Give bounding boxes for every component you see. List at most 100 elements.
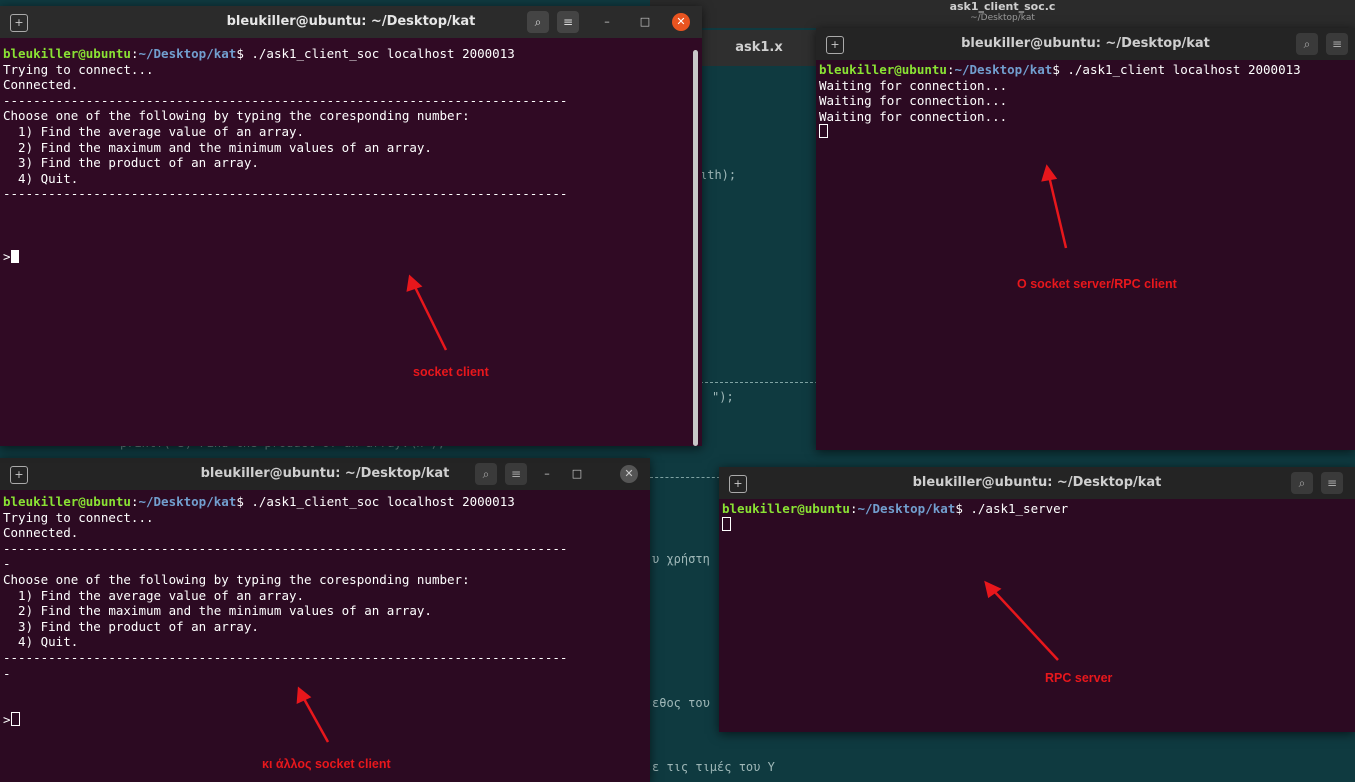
terminal-window-rpc-server[interactable]: + bleukiller@ubuntu: ~/Desktop/kat ⌕ ≡ b… — [719, 467, 1355, 732]
prompt-user: bleukiller@ubuntu — [819, 62, 947, 77]
annotation-socket-client: socket client — [413, 365, 489, 379]
output-line: Waiting for connection... — [819, 77, 1008, 93]
prompt-command: $ ./ask1_client_soc localhost 2000013 — [236, 46, 515, 61]
prompt-line: bleukiller@ubuntu:~/Desktop/kat$ ./ask1_… — [3, 46, 702, 62]
new-tab-icon[interactable]: + — [826, 36, 844, 54]
terminal-window-socket-client-2[interactable]: + bleukiller@ubuntu: ~/Desktop/kat ⌕ ≡ –… — [0, 458, 650, 782]
editor-code-line: εθος του — [652, 696, 710, 710]
output-line: 2) Find the maximum and the minimum valu… — [3, 139, 432, 155]
output-line: ----------------------------------------… — [3, 186, 568, 202]
new-tab-icon[interactable]: + — [10, 466, 28, 484]
prompt-user: bleukiller@ubuntu — [3, 494, 131, 509]
text-cursor — [722, 516, 731, 531]
annotation-socket-client-2: κι άλλος socket client — [262, 757, 391, 771]
menu-icon[interactable]: ≡ — [1321, 472, 1343, 494]
terminal-output[interactable]: bleukiller@ubuntu:~/Desktop/kat$ ./ask1_… — [722, 501, 1355, 732]
output-line — [722, 516, 1355, 533]
output-line: Connected. — [3, 77, 79, 93]
output-line: 4) Quit. — [3, 170, 79, 186]
output-line: - — [3, 556, 11, 572]
text-cursor — [10, 712, 20, 727]
prompt-user: bleukiller@ubuntu — [722, 501, 850, 516]
prompt-line: bleukiller@ubuntu:~/Desktop/kat$ ./ask1_… — [722, 501, 1355, 517]
output-line — [819, 124, 1355, 140]
search-icon[interactable]: ⌕ — [1296, 33, 1318, 55]
terminal-titlebar[interactable]: + bleukiller@ubuntu: ~/Desktop/kat ⌕ ≡ — [719, 467, 1355, 499]
output-line: ----------------------------------------… — [3, 540, 568, 556]
editor-code-line: ε τις τιμές του Υ — [652, 760, 775, 774]
editor-code-divider — [700, 382, 818, 383]
terminal-scrollbar[interactable] — [693, 50, 698, 446]
annotation-rpc-server: RPC server — [1045, 671, 1113, 685]
new-tab-icon[interactable]: + — [10, 14, 28, 32]
terminal-titlebar[interactable]: + bleukiller@ubuntu: ~/Desktop/kat ⌕ ≡ — [816, 28, 1355, 60]
editor-title: ask1_client_soc.c — [949, 0, 1056, 13]
output-line: 4) Quit. — [3, 634, 79, 650]
prompt-path: ~/Desktop/kat — [954, 62, 1053, 77]
menu-icon[interactable]: ≡ — [505, 463, 527, 485]
terminal-output[interactable]: bleukiller@ubuntu:~/Desktop/kat$ ./ask1_… — [819, 62, 1355, 450]
maximize-icon[interactable]: □ — [636, 13, 654, 31]
output-line: Choose one of the following by typing th… — [3, 571, 470, 587]
output-line: Connected. — [3, 525, 79, 541]
maximize-icon[interactable]: □ — [568, 465, 586, 483]
output-line: Trying to connect... — [3, 61, 154, 77]
editor-tab-ask1-x[interactable]: ask1.x — [700, 30, 818, 66]
editor-subtitle: ~/Desktop/kat — [970, 13, 1035, 23]
prompt-user: bleukiller@ubuntu — [3, 46, 131, 61]
prompt-path: ~/Desktop/kat — [857, 501, 956, 516]
menu-icon[interactable]: ≡ — [557, 11, 579, 33]
terminal-output[interactable]: bleukiller@ubuntu:~/Desktop/kat$ ./ask1_… — [3, 494, 650, 782]
prompt-path: ~/Desktop/kat — [138, 46, 237, 61]
output-line: ----------------------------------------… — [3, 92, 568, 108]
menu-icon[interactable]: ≡ — [1326, 33, 1348, 55]
editor-code-divider — [650, 477, 720, 478]
annotation-socket-server-rpc-client: O socket server/RPC client — [1017, 277, 1177, 291]
minimize-icon[interactable]: – — [598, 13, 616, 31]
search-icon[interactable]: ⌕ — [1291, 472, 1313, 494]
output-line: 2) Find the maximum and the minimum valu… — [3, 603, 432, 619]
terminal-title: bleukiller@ubuntu: ~/Desktop/kat — [912, 475, 1162, 490]
text-cursor — [10, 249, 19, 263]
search-icon[interactable]: ⌕ — [475, 463, 497, 485]
minimize-icon[interactable]: – — [538, 465, 556, 483]
terminal-window-socket-client[interactable]: + bleukiller@ubuntu: ~/Desktop/kat ⌕ ≡ –… — [0, 6, 702, 446]
terminal-window-socket-server[interactable]: + bleukiller@ubuntu: ~/Desktop/kat ⌕ ≡ b… — [816, 28, 1355, 450]
new-tab-icon[interactable]: + — [729, 475, 747, 493]
output-line: > — [3, 249, 702, 265]
close-icon[interactable]: ✕ — [620, 465, 638, 483]
output-line: Choose one of the following by typing th… — [3, 108, 470, 124]
terminal-title: bleukiller@ubuntu: ~/Desktop/kat — [961, 36, 1210, 51]
editor-code-line: "); — [712, 390, 734, 404]
terminal-titlebar[interactable]: + bleukiller@ubuntu: ~/Desktop/kat ⌕ ≡ –… — [0, 458, 650, 490]
editor-code-line: ιth); — [700, 168, 737, 182]
prompt-line: bleukiller@ubuntu:~/Desktop/kat$ ./ask1_… — [3, 494, 650, 510]
prompt-path: ~/Desktop/kat — [138, 494, 237, 509]
output-line: Waiting for connection... — [819, 93, 1008, 109]
output-line: 3) Find the product of an array. — [3, 618, 259, 634]
terminal-titlebar[interactable]: + bleukiller@ubuntu: ~/Desktop/kat ⌕ ≡ –… — [0, 6, 702, 38]
output-line: - — [3, 665, 11, 681]
output-line: Trying to connect... — [3, 509, 154, 525]
output-line: ----------------------------------------… — [3, 649, 568, 665]
output-line: 1) Find the average value of an array. — [3, 587, 305, 603]
text-cursor — [819, 124, 828, 139]
editor-code-line: υ χρήστη — [652, 552, 710, 566]
prompt-command: $ ./ask1_server — [955, 501, 1069, 516]
output-line: > — [3, 712, 650, 728]
prompt-command: $ ./ask1_client_soc localhost 2000013 — [236, 494, 515, 509]
terminal-output[interactable]: bleukiller@ubuntu:~/Desktop/kat$ ./ask1_… — [3, 46, 702, 446]
output-line: 1) Find the average value of an array. — [3, 123, 305, 139]
search-icon[interactable]: ⌕ — [527, 11, 549, 33]
close-icon[interactable]: ✕ — [672, 13, 690, 31]
editor-titlebar: ask1_client_soc.c ~/Desktop/kat — [650, 0, 1355, 28]
terminal-title: bleukiller@ubuntu: ~/Desktop/kat — [226, 14, 476, 29]
output-line: Waiting for connection... — [819, 108, 1008, 124]
prompt-command: $ ./ask1_client localhost 2000013 — [1052, 62, 1301, 77]
output-line: 3) Find the product of an array. — [3, 155, 259, 171]
